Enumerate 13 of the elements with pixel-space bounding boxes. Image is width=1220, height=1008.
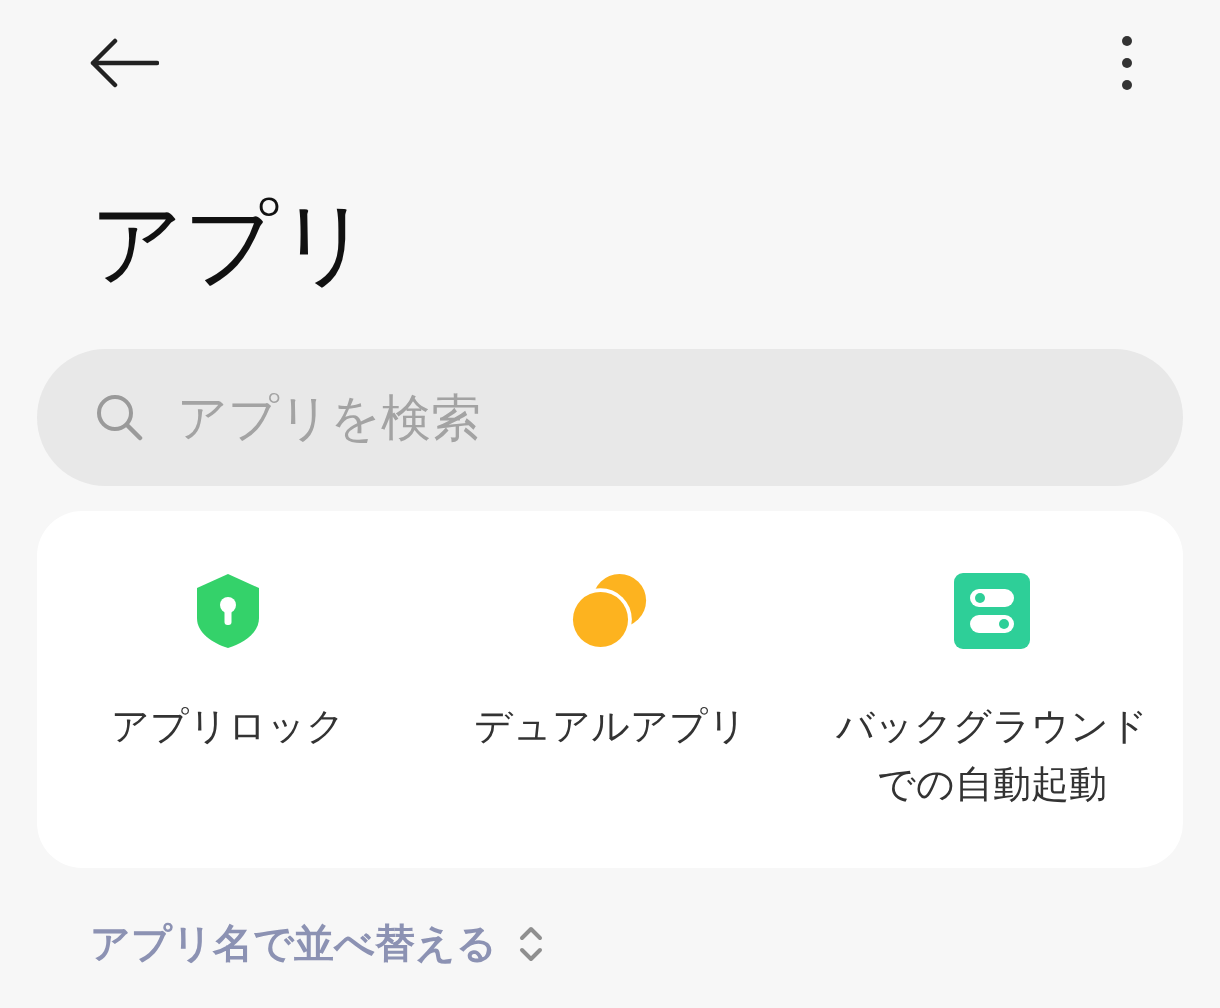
shortcut-item[interactable]: デュアルアプリ [419,573,801,868]
toggle-switches-icon [954,573,1030,649]
shortcut-item[interactable]: アプリロック [37,573,419,868]
shortcut-label: バックグラウンドでの自動起動 [835,703,1149,808]
shortcut-label: デュアルアプリ [472,703,748,750]
sort-chevron-icon[interactable] [519,925,543,962]
shortcut-item[interactable]: バックグラウンドでの自動起動 [801,573,1183,868]
more-menu-icon[interactable] [1121,35,1133,91]
search-field[interactable]: アプリを検索 [37,349,1183,486]
back-icon[interactable] [89,38,159,88]
page-title: アプリ [90,189,373,299]
shortcut-label: アプリロック [110,703,346,750]
shield-keyhole-icon [196,573,260,649]
